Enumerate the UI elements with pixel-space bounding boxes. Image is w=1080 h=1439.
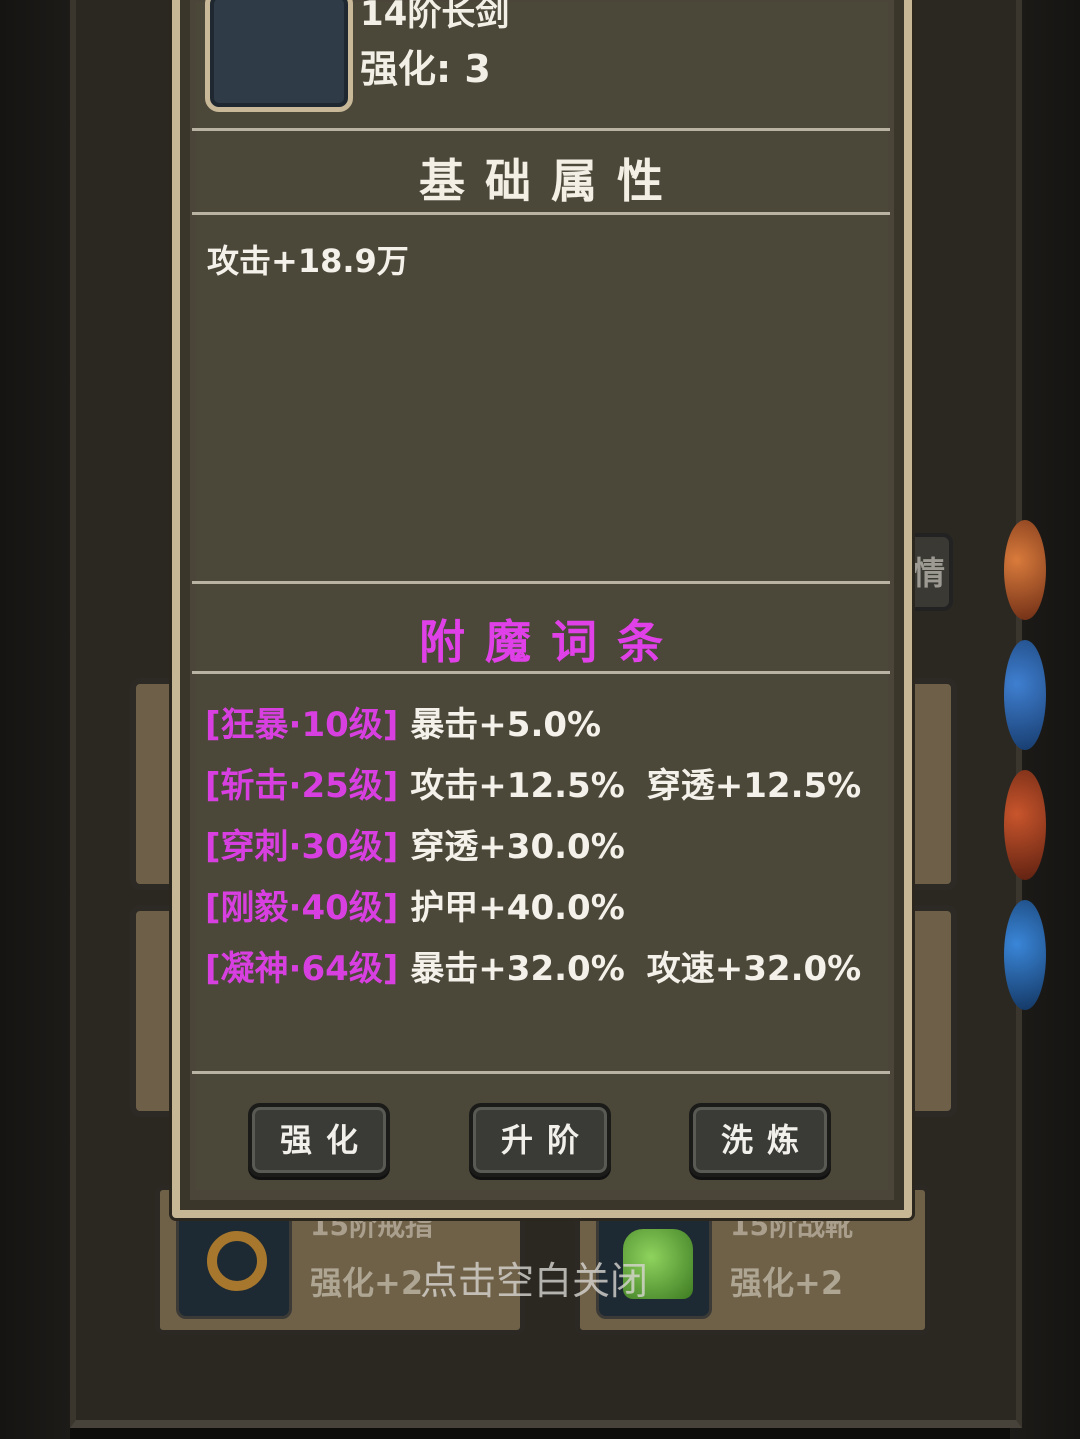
- background-equip-slot: [905, 905, 957, 1117]
- affix-row: [刚毅·40级] 护甲+40.0%: [205, 880, 625, 928]
- divider: [192, 671, 890, 674]
- divider: [192, 581, 890, 584]
- reroll-button[interactable]: 洗炼: [689, 1103, 831, 1177]
- affix-effect-secondary: 攻速+32.0%: [646, 949, 862, 989]
- sword-icon: [205, 0, 353, 112]
- divider: [192, 212, 890, 215]
- detail-button-label: 情: [912, 554, 945, 592]
- affix-effect-secondary: 穿透+12.5%: [646, 766, 862, 806]
- divider: [192, 1071, 890, 1074]
- skill-orb-icon[interactable]: [1004, 640, 1046, 750]
- boots-item-enhance: 强化+2: [730, 1264, 844, 1302]
- affix-effect: 护甲+40.0%: [410, 888, 625, 928]
- affix-effect: 攻击+12.5%: [410, 766, 625, 806]
- ring-icon: [207, 1231, 267, 1291]
- background-left-strip: [0, 0, 70, 1439]
- affix-row: [斩击·25级] 攻击+12.5% 穿透+12.5%: [205, 758, 861, 806]
- affix-effect: 暴击+5.0%: [410, 705, 602, 745]
- enhance-button[interactable]: 强化: [248, 1103, 390, 1177]
- skill-orb-icon[interactable]: [1004, 900, 1046, 1010]
- skill-orb-icon[interactable]: [1004, 770, 1046, 880]
- enchant-affixes-title: 附魔词条: [419, 615, 683, 669]
- affix-tag: [凝神·64级]: [205, 949, 399, 989]
- affix-effect: 暴击+32.0%: [410, 949, 625, 989]
- affix-row: [凝神·64级] 暴击+32.0% 攻速+32.0%: [205, 941, 861, 989]
- affix-effect: 穿透+30.0%: [410, 827, 625, 867]
- affix-row: [狂暴·10级] 暴击+5.0%: [205, 697, 601, 745]
- affix-tag: [刚毅·40级]: [205, 888, 399, 928]
- ring-item-enhance: 强化+2: [310, 1264, 424, 1302]
- ring-item-icon-box: [176, 1208, 292, 1319]
- affix-row: [穿刺·30级] 穿透+30.0%: [205, 819, 625, 867]
- divider: [192, 128, 890, 131]
- skill-orb-icon[interactable]: [1004, 520, 1046, 620]
- upgrade-button[interactable]: 升阶: [469, 1103, 611, 1177]
- close-hint-text[interactable]: 点击空白关闭: [420, 1250, 648, 1305]
- equipment-name: 14阶长剑: [360, 0, 510, 34]
- affix-tag: [穿刺·30级]: [205, 827, 399, 867]
- background-equip-slot: [905, 678, 957, 890]
- affix-tag: [狂暴·10级]: [205, 705, 399, 745]
- base-stat-attack: 攻击+18.9万: [207, 242, 409, 280]
- base-attributes-title: 基础属性: [419, 154, 683, 208]
- equipment-enhance-level: 强化: 3: [360, 47, 491, 91]
- affix-tag: [斩击·25级]: [205, 766, 399, 806]
